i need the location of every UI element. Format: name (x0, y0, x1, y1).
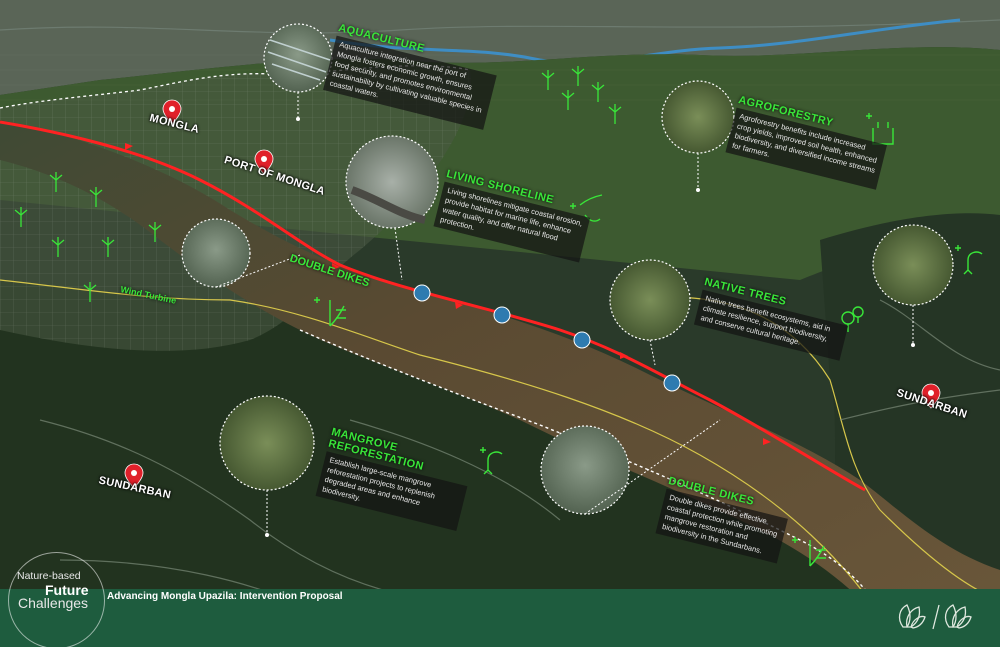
footer-bar: Advancing Mongla Upazila: Intervention P… (0, 589, 1000, 647)
logo-line3: Challenges (18, 595, 89, 611)
map-stage: MONGLA PORT OF MONGLA SUNDARBAN SUNDARBA… (0, 0, 1000, 647)
aerial-map (0, 0, 1000, 647)
photo-double-dikes (540, 425, 630, 515)
nbfc-logo: Nature-based Future Challenges (8, 552, 105, 647)
photo-native-trees (609, 259, 691, 341)
photo-sundarban-east (872, 224, 954, 306)
photo-agroforestry (661, 80, 735, 154)
photo-port (181, 218, 251, 288)
logo-line1: Nature-based (17, 570, 81, 582)
page-title: Advancing Mongla Upazila: Intervention P… (107, 591, 343, 602)
photo-living-shoreline (345, 135, 439, 229)
photo-mangrove (219, 395, 315, 491)
leaf-logos-icon (898, 604, 972, 630)
